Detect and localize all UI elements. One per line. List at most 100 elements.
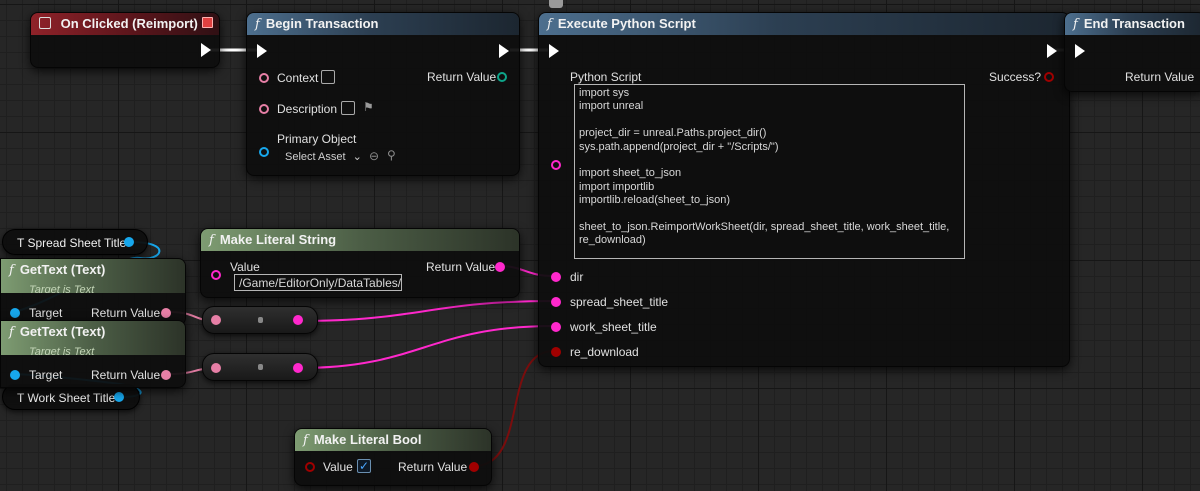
on-clicked-event-node[interactable]: On Clicked (Reimport) <box>30 12 220 68</box>
return-value-label: Return Value <box>1125 70 1195 84</box>
exec-out-pin[interactable] <box>499 44 509 58</box>
return-value-pin[interactable] <box>495 262 505 272</box>
function-icon: f <box>9 325 14 340</box>
target-pin[interactable] <box>10 370 20 380</box>
target-label: Target <box>29 306 63 320</box>
primary-object-label: Primary Object <box>277 132 357 146</box>
end-transaction-title: End Transaction <box>1083 16 1185 31</box>
function-icon: f <box>9 263 14 278</box>
exec-out-pin[interactable] <box>201 43 211 57</box>
begin-transaction-node[interactable]: f Begin Transaction Context Return Value … <box>246 12 520 176</box>
chevron-down-icon: ⌄ <box>352 151 362 163</box>
conversion-in-pin[interactable] <box>211 363 221 373</box>
make-literal-bool-node[interactable]: f Make Literal Bool Value ✓ Return Value <box>294 428 492 486</box>
conversion-out-pin[interactable] <box>293 315 303 325</box>
function-icon: f <box>303 433 308 448</box>
get-text-title-1: GetText (Text) <box>19 262 106 277</box>
comment-bubble-icon[interactable] <box>549 0 563 8</box>
begin-transaction-header: f Begin Transaction <box>247 13 519 35</box>
get-text-header-1: f GetText (Text) Target is Text <box>1 259 185 293</box>
exec-in-pin[interactable] <box>549 44 559 58</box>
success-label: Success? <box>989 70 1042 84</box>
conversion-dot <box>258 317 263 323</box>
delegate-icon <box>202 17 213 28</box>
get-text-node-2[interactable]: f GetText (Text) Target is Text Target Re… <box>0 320 186 388</box>
end-transaction-node[interactable]: f End Transaction Return Value <box>1064 12 1200 92</box>
event-icon <box>39 17 51 29</box>
python-script-label: Python Script <box>570 70 642 84</box>
return-value-pin[interactable] <box>161 308 171 318</box>
get-text-subtitle-2: Target is Text <box>29 346 95 355</box>
description-label: Description <box>277 102 338 116</box>
spread-sheet-title-label: spread_sheet_title <box>570 295 669 309</box>
get-text-title-2: GetText (Text) <box>19 324 106 339</box>
begin-transaction-title: Begin Transaction <box>265 16 379 31</box>
make-literal-string-title: Make Literal String <box>219 232 337 247</box>
flag-icon[interactable]: ⚑ <box>363 100 374 114</box>
return-value-label: Return Value <box>426 260 496 274</box>
value-input[interactable]: /Game/EditorOnly/DataTables/ <box>234 274 402 291</box>
primary-object-pin[interactable] <box>259 147 269 157</box>
description-checkbox[interactable] <box>341 101 355 115</box>
search-icon[interactable]: ⚲ <box>387 148 396 162</box>
variable-out-pin[interactable] <box>114 392 124 402</box>
spread-sheet-title-variable-label: T Spread Sheet Title <box>17 236 127 250</box>
context-pin[interactable] <box>259 73 269 83</box>
re-download-pin[interactable] <box>551 347 561 357</box>
return-value-label: Return Value <box>398 460 468 474</box>
python-script-input[interactable]: import sys import unreal project_dir = u… <box>574 84 965 259</box>
return-value-label: Return Value <box>91 368 161 382</box>
text-to-string-conversion-2[interactable] <box>202 353 318 381</box>
work-sheet-title-pin[interactable] <box>551 322 561 332</box>
exec-in-pin[interactable] <box>257 44 267 58</box>
wire-reroute1-spread <box>299 300 555 322</box>
return-value-pin[interactable] <box>161 370 171 380</box>
select-asset-dropdown[interactable]: Select Asset ⌄ <box>285 150 362 163</box>
text-to-string-conversion-1[interactable] <box>202 306 318 334</box>
spread-sheet-title-variable[interactable]: T Spread Sheet Title <box>2 229 148 255</box>
dir-pin[interactable] <box>551 272 561 282</box>
success-pin[interactable] <box>1044 72 1054 82</box>
make-literal-bool-header: f Make Literal Bool <box>295 429 491 451</box>
target-label: Target <box>29 368 63 382</box>
return-value-pin[interactable] <box>469 462 479 472</box>
select-asset-label: Select Asset <box>285 151 346 163</box>
on-clicked-title: On Clicked (Reimport) <box>60 16 198 31</box>
make-literal-string-node[interactable]: f Make Literal String Value /Game/EditorO… <box>200 228 520 298</box>
target-pin[interactable] <box>10 308 20 318</box>
get-text-subtitle-1: Target is Text <box>29 284 95 293</box>
value-pin[interactable] <box>305 462 315 472</box>
return-value-pin[interactable] <box>497 72 507 82</box>
value-label: Value <box>230 260 260 274</box>
context-checkbox[interactable] <box>321 70 335 84</box>
execute-python-title: Execute Python Script <box>557 16 696 31</box>
function-icon: f <box>547 17 552 32</box>
on-clicked-header: On Clicked (Reimport) <box>31 13 219 35</box>
conversion-in-pin[interactable] <box>211 315 221 325</box>
function-icon: f <box>255 17 260 32</box>
variable-out-pin[interactable] <box>124 237 134 247</box>
work-sheet-title-variable-label: T Work Sheet Title <box>17 391 116 405</box>
make-literal-string-header: f Make Literal String <box>201 229 519 251</box>
return-value-label: Return Value <box>427 70 497 84</box>
context-label: Context <box>277 71 319 85</box>
spread-sheet-title-pin[interactable] <box>551 297 561 307</box>
checkbox-icon[interactable]: ✓ <box>357 459 371 473</box>
end-transaction-header: f End Transaction <box>1065 13 1200 35</box>
dir-label: dir <box>570 270 584 284</box>
work-sheet-title-label: work_sheet_title <box>570 320 657 334</box>
re-download-label: re_download <box>570 345 639 359</box>
description-pin[interactable] <box>259 104 269 114</box>
value-pin[interactable] <box>211 270 221 280</box>
get-text-node-1[interactable]: f GetText (Text) Target is Text Target Re… <box>0 258 186 326</box>
value-label: Value <box>323 460 353 474</box>
conversion-out-pin[interactable] <box>293 363 303 373</box>
browse-icon[interactable]: ⊖ <box>369 149 379 163</box>
exec-out-pin[interactable] <box>1047 44 1057 58</box>
make-literal-bool-title: Make Literal Bool <box>313 432 422 447</box>
execute-python-header: f Execute Python Script <box>539 13 1069 35</box>
return-value-label: Return Value <box>91 306 161 320</box>
python-script-pin[interactable] <box>551 160 561 170</box>
exec-in-pin[interactable] <box>1075 44 1085 58</box>
execute-python-node[interactable]: f Execute Python Script Python Script Suc… <box>538 12 1070 367</box>
